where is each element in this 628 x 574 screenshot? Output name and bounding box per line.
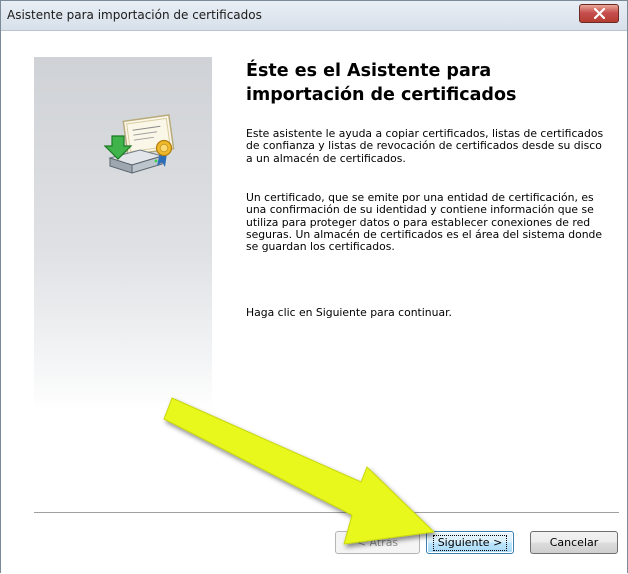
wizard-window: Asistente para importación de certificad…: [0, 0, 628, 574]
close-button[interactable]: [579, 4, 619, 23]
continue-instruction: Haga clic en Siguiente para continuar.: [246, 306, 452, 319]
certificate-description-paragraph: Un certificado, que se emite por una ent…: [246, 191, 603, 254]
next-button-label: Siguiente >: [432, 535, 508, 551]
window-title: Asistente para importación de certificad…: [7, 8, 262, 22]
certificate-import-icon: [104, 114, 175, 174]
close-icon: [594, 8, 605, 19]
back-button[interactable]: < Atrás: [335, 531, 420, 554]
wizard-side-panel: [34, 57, 212, 411]
intro-paragraph: Este asistente le ayuda a copiar certifi…: [246, 127, 604, 165]
wizard-heading: Éste es el Asistente para importación de…: [246, 61, 517, 105]
next-button[interactable]: Siguiente >: [426, 531, 514, 554]
wizard-content: Éste es el Asistente para importación de…: [1, 31, 627, 574]
title-bar[interactable]: Asistente para importación de certificad…: [1, 1, 627, 31]
button-separator: [34, 512, 619, 514]
cancel-button[interactable]: Cancelar: [530, 531, 618, 554]
